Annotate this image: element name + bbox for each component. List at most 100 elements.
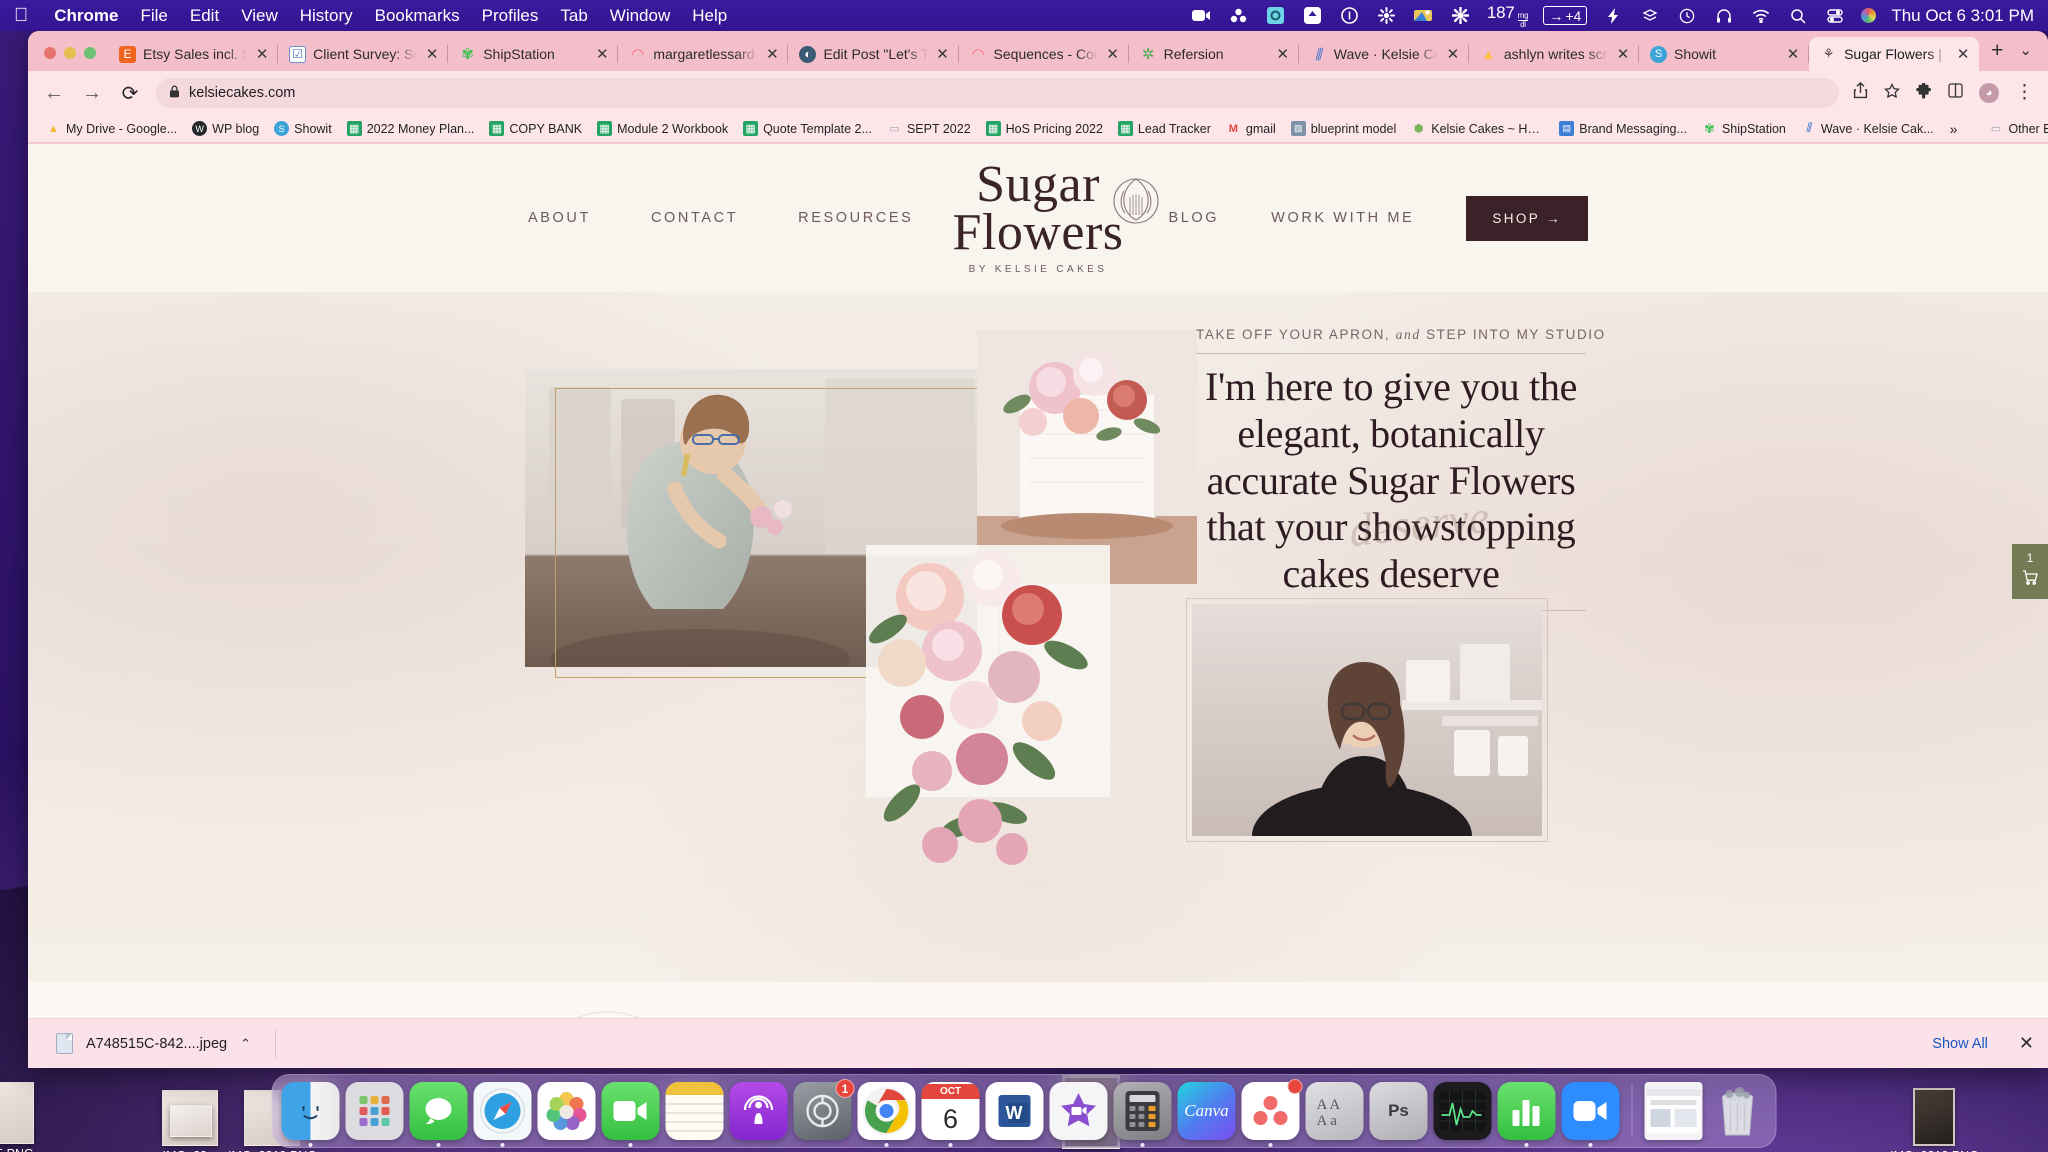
dock-trash[interactable] — [1709, 1082, 1767, 1140]
forward-button[interactable]: → — [80, 82, 104, 105]
tab-client-survey[interactable]: ☑ Client Survey: Survey ✕ — [278, 37, 449, 71]
webcam-icon[interactable] — [1191, 6, 1213, 26]
download-item[interactable]: A748515C-842....jpeg ⌃ — [42, 1027, 265, 1060]
tab-sugar-flowers[interactable]: ⚘ Sugar Flowers | Suga ✕ — [1809, 37, 1980, 71]
clock[interactable]: Thu Oct 6 3:01 PM — [1891, 6, 2034, 26]
bookmark-copy-bank[interactable]: ▦ COPY BANK — [483, 119, 588, 138]
dropbox-icon[interactable] — [1302, 6, 1324, 26]
bookmark-my-drive[interactable]: ▲ My Drive - Google... — [40, 119, 183, 138]
dock-minimized-browser-window[interactable] — [1644, 1082, 1703, 1140]
bookmark-sept-2022[interactable]: ▭ SEPT 2022 — [881, 119, 977, 138]
address-bar[interactable]: kelsiecakes.com — [156, 78, 1839, 108]
menu-item-file[interactable]: File — [140, 6, 167, 26]
nav-link-about[interactable]: ABOUT — [528, 210, 591, 226]
dock-app-1password[interactable]: 1 — [793, 1079, 855, 1140]
maximize-window-button[interactable] — [84, 47, 96, 59]
bookmark-wp-blog[interactable]: W WP blog — [186, 119, 265, 138]
menu-item-tab[interactable]: Tab — [560, 6, 587, 26]
tab-sequences-convertkit[interactable]: ◠ Sequences - Convert ✕ — [959, 37, 1129, 71]
tab-close-icon[interactable]: ✕ — [1615, 47, 1631, 62]
bookmark-kelsie-cakes-shop[interactable]: ⬢ Kelsie Cakes ~ Ho... — [1405, 119, 1550, 138]
minimize-window-button[interactable] — [64, 47, 76, 59]
tab-close-icon[interactable]: ✕ — [935, 47, 951, 62]
asana-icon[interactable] — [1228, 6, 1250, 26]
sketch-icon[interactable] — [1413, 6, 1435, 26]
chevron-up-icon[interactable]: ⌃ — [240, 1036, 251, 1052]
tab-close-icon[interactable]: ✕ — [1955, 47, 1971, 62]
desktop-file-7[interactable]: IMG_2312.PNG — [1890, 1088, 1979, 1152]
headphones-icon[interactable] — [1713, 6, 1735, 26]
dock-app-finder[interactable] — [281, 1082, 340, 1147]
bookmark-wave-kelsie[interactable]: ⫼ Wave · Kelsie Cak... — [1795, 119, 1940, 138]
shop-button[interactable]: SHOP → — [1466, 195, 1588, 241]
screenshot-icon[interactable] — [1265, 6, 1287, 26]
dock-app-notes[interactable] — [665, 1082, 724, 1140]
user-avatar-icon[interactable] — [1861, 8, 1877, 23]
nav-link-contact[interactable]: CONTACT — [651, 210, 738, 226]
bookmark-shipstation[interactable]: ✾ ShipStation — [1696, 119, 1792, 138]
tab-refersion[interactable]: ✲ Refersion ✕ — [1129, 37, 1299, 71]
dock-app-calculator[interactable] — [1113, 1082, 1172, 1147]
tab-showit[interactable]: S Showit ✕ — [1639, 37, 1810, 71]
bookmark-showit[interactable]: S Showit — [268, 119, 338, 138]
onepassword-icon[interactable] — [1339, 6, 1361, 26]
dock-app-canva[interactable]: Canva — [1177, 1082, 1236, 1140]
split-icon[interactable] — [1948, 83, 1963, 103]
close-window-button[interactable] — [44, 47, 56, 59]
bolt-icon[interactable] — [1602, 6, 1624, 26]
site-logo[interactable]: Sugar Flowers BY KELSIE CAKES — [952, 158, 1159, 275]
layers-icon[interactable] — [1639, 6, 1661, 26]
dock-app-podcasts[interactable] — [729, 1082, 788, 1140]
menu-item-window[interactable]: Window — [610, 6, 670, 26]
tab-margaretlessard-email[interactable]: ◠ margaretlessard@co ✕ — [618, 37, 789, 71]
tab-close-icon[interactable]: ✕ — [764, 47, 780, 62]
bookmark-star-icon[interactable] — [1883, 82, 1901, 104]
dock-app-messages[interactable] — [409, 1082, 468, 1147]
tab-close-icon[interactable]: ✕ — [1785, 47, 1801, 62]
bookmark-module-2-workbook[interactable]: ▦ Module 2 Workbook — [591, 119, 734, 138]
tab-edit-post[interactable]: ◐ Edit Post "Let's Talk a ✕ — [788, 37, 959, 71]
share-icon[interactable] — [1853, 82, 1868, 104]
cart-widget[interactable]: 1 — [2012, 544, 2048, 599]
dock-app-asana[interactable] — [1241, 1079, 1303, 1147]
tab-close-icon[interactable]: ✕ — [594, 47, 610, 62]
tab-close-icon[interactable]: ✕ — [1105, 47, 1121, 62]
dock-app-fontbook[interactable]: A AA a — [1305, 1082, 1364, 1140]
profile-avatar[interactable]: ◕ — [1979, 83, 1999, 103]
dock-app-photoshop[interactable]: Ps — [1369, 1082, 1428, 1140]
bookmark-2022-money-plan[interactable]: ▦ 2022 Money Plan... — [341, 119, 481, 138]
glucose-trend-badge[interactable]: → +4 — [1543, 6, 1588, 25]
tab-close-icon[interactable]: ✕ — [1275, 47, 1291, 62]
nav-link-blog[interactable]: BLOG — [1168, 210, 1219, 226]
desktop-file-0[interactable]: 315.PNG — [0, 1082, 34, 1152]
bookmarks-overflow-button[interactable]: » — [1943, 119, 1965, 139]
extensions-icon[interactable] — [1916, 81, 1932, 104]
bookmark-brand-messaging[interactable]: ▤ Brand Messaging... — [1553, 119, 1693, 138]
dock-app-safari[interactable] — [473, 1082, 532, 1147]
menu-item-history[interactable]: History — [300, 6, 353, 26]
dock-app-launchpad[interactable] — [345, 1082, 404, 1140]
tab-shipstation[interactable]: ✾ ShipStation ✕ — [448, 37, 619, 71]
bookmark-blueprint-model[interactable]: ▨ blueprint model — [1285, 119, 1402, 138]
close-icon[interactable]: ✕ — [2019, 1033, 2034, 1054]
back-button[interactable]: ← — [42, 82, 66, 105]
dock-app-facetime[interactable] — [601, 1082, 660, 1147]
new-tab-button[interactable]: + — [1991, 40, 2003, 61]
tab-ashlyn-writes[interactable]: ▲ ashlyn writes screen ✕ — [1469, 37, 1640, 71]
bookmark-hos-pricing[interactable]: ▦ HoS Pricing 2022 — [980, 119, 1109, 138]
menu-item-profiles[interactable]: Profiles — [482, 6, 539, 26]
bookmark-quote-template[interactable]: ▦ Quote Template 2... — [737, 119, 878, 138]
flower-settings-icon[interactable] — [1376, 6, 1398, 26]
tab-close-icon[interactable]: ✕ — [254, 47, 270, 62]
tab-close-icon[interactable]: ✕ — [1445, 47, 1461, 62]
desktop-file-3[interactable] — [170, 1105, 212, 1137]
menu-item-bookmarks[interactable]: Bookmarks — [375, 6, 460, 26]
dock-app-numbers[interactable] — [1497, 1082, 1556, 1147]
glucose-reading[interactable]: 187 mg dl — [1487, 3, 1529, 29]
tab-close-icon[interactable]: ✕ — [424, 47, 440, 62]
tab-etsy-sales[interactable]: E Etsy Sales incl. Sales ✕ — [108, 37, 279, 71]
tab-wave-kelsie-cakes[interactable]: ⫼ Wave · Kelsie Cakes ✕ — [1299, 37, 1469, 71]
menu-kebab-icon[interactable]: ⋮ — [2015, 83, 2034, 103]
dock-app-zoom[interactable] — [1561, 1082, 1620, 1147]
apple-menu-icon[interactable]:  — [14, 6, 28, 25]
